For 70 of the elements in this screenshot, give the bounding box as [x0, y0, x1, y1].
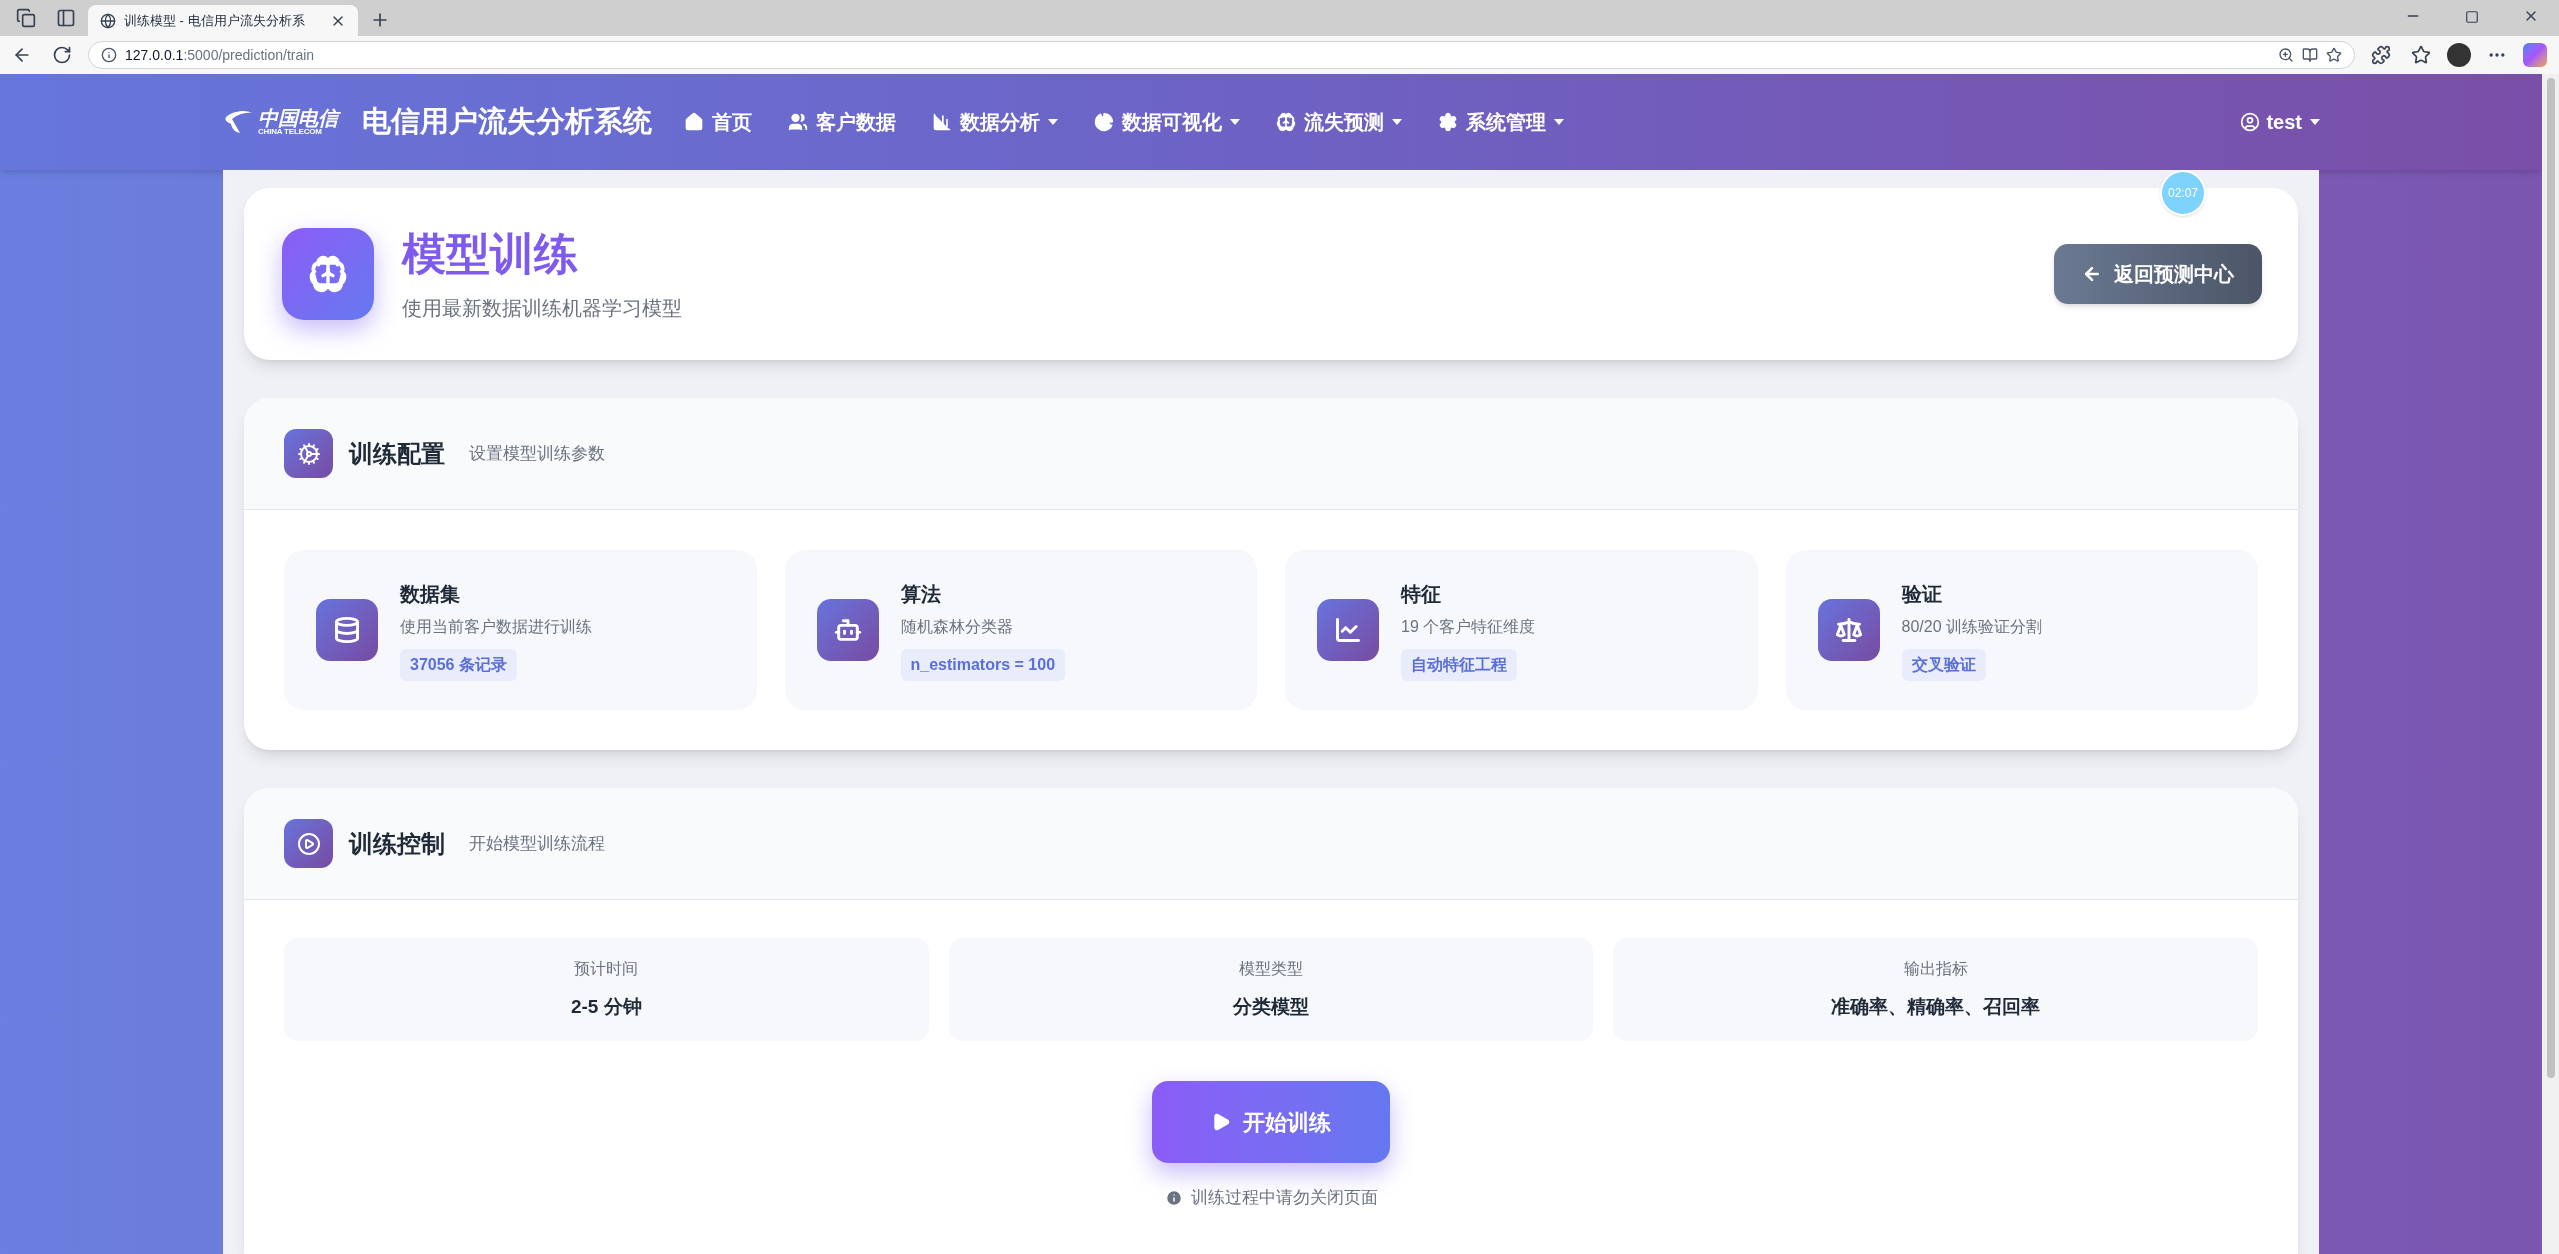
play-icon [1211, 1112, 1231, 1132]
config-item-tag: 交叉验证 [1901, 649, 1986, 681]
section-title: 训练控制 [349, 828, 445, 859]
config-item-title: 验证 [1901, 582, 1943, 607]
house-icon [684, 112, 704, 132]
config-item-description: 80/20 训练验证分割 [1901, 617, 2042, 637]
config-item-tag: n_estimators = 100 [900, 649, 1066, 681]
config-item-icon [1817, 599, 1880, 661]
favorites-icon[interactable] [2411, 45, 2431, 65]
config-item-description: 19 个客户特征维度 [1401, 617, 1536, 637]
site-info-icon[interactable] [101, 47, 117, 63]
nav-item[interactable]: 数据可视化 [1094, 107, 1240, 137]
read-aloud-icon[interactable] [2302, 47, 2318, 63]
timer-badge: 02:07 [2160, 170, 2206, 216]
section-title: 训练配置 [349, 438, 445, 469]
url-text: 127.0.0.1:5000/prediction/train [125, 45, 315, 65]
user-menu[interactable]: test [2240, 107, 2320, 137]
pie-chart-icon [1094, 112, 1114, 132]
brain-icon [1276, 112, 1296, 132]
brain-icon [282, 228, 374, 320]
stat-value: 分类模型 [1233, 995, 1309, 1020]
stat-label: 模型类型 [1239, 959, 1303, 980]
start-training-button[interactable]: 开始训练 [1152, 1081, 1390, 1163]
reload-icon[interactable] [52, 45, 72, 65]
nav-item[interactable]: 客户数据 [788, 107, 896, 137]
section-subtitle: 开始模型训练流程 [469, 832, 605, 855]
config-item-icon [316, 599, 378, 661]
nav-item[interactable]: 系统管理 [1438, 107, 1564, 137]
page-title: 模型训练 [402, 227, 579, 280]
config-item-tag: 37056 条记录 [400, 649, 517, 681]
scrollbar[interactable] [2542, 74, 2559, 1254]
nav-item[interactable]: 首页 [684, 107, 752, 137]
workspaces-icon[interactable] [16, 8, 36, 28]
assistant-icon[interactable] [2523, 43, 2547, 67]
users-icon [788, 112, 808, 132]
brand-title[interactable]: 电信用户流失分析系统 [362, 100, 652, 144]
logo-subtext: CHINA TELECOM [258, 128, 322, 136]
favorite-icon[interactable] [2326, 47, 2342, 63]
config-item-title: 特征 [1401, 582, 1442, 607]
page-subtitle: 使用最新数据训练机器学习模型 [402, 295, 682, 321]
bar-chart-icon [932, 112, 952, 132]
config-item-icon [1317, 599, 1379, 661]
globe-icon [100, 12, 116, 29]
stat-value: 2-5 分钟 [570, 995, 642, 1020]
stat-label: 预计时间 [574, 959, 639, 980]
nav-item[interactable]: 数据分析 [932, 107, 1058, 137]
info-icon [1164, 1188, 1183, 1207]
stat-label: 输出指标 [1903, 959, 1968, 980]
nav-item[interactable]: 流失预测 [1276, 107, 1402, 137]
browser-tab[interactable]: 训练模型 - 电信用户流失分析系 [88, 5, 358, 36]
config-item-tag: 自动特征工程 [1401, 649, 1517, 681]
stat-value: 准确率、精确率、召回率 [1831, 995, 2041, 1020]
config-item-icon [816, 599, 879, 661]
extensions-icon[interactable] [2371, 45, 2391, 65]
config-item-description: 使用当前客户数据进行训练 [400, 617, 592, 637]
restore-icon[interactable] [2465, 10, 2479, 24]
section-subtitle: 设置模型训练参数 [469, 442, 605, 465]
zoom-icon[interactable] [2278, 47, 2294, 63]
gear-icon [1438, 112, 1458, 132]
profile-avatar[interactable] [2447, 43, 2471, 67]
sidebar-icon[interactable] [56, 8, 76, 28]
config-item-description: 随机森林分类器 [900, 617, 1014, 637]
user-circle-icon [2240, 112, 2261, 132]
config-item-title: 数据集 [400, 582, 461, 607]
hint-text: 训练过程中请勿关闭页面 [1190, 1187, 1378, 1209]
back-button[interactable]: 返回预测中心 [2054, 244, 2262, 304]
tab-title: 训练模型 - 电信用户流失分析系 [124, 11, 306, 30]
config-item-title: 算法 [900, 582, 942, 607]
gears-icon [284, 429, 333, 478]
address-bar[interactable]: 127.0.0.1:5000/prediction/train [88, 41, 2355, 69]
